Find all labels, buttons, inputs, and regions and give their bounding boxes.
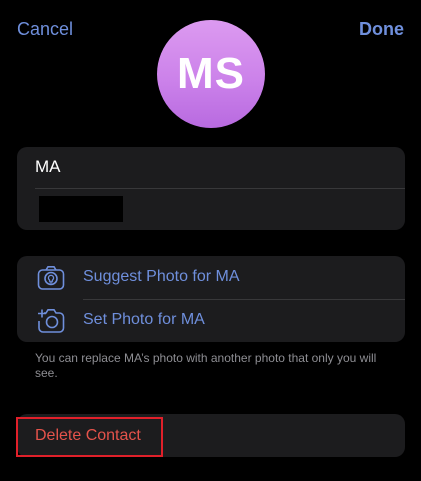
- camera-plus-icon: [37, 308, 65, 334]
- suggest-photo-icon: [37, 265, 65, 291]
- first-name-field[interactable]: MA: [17, 147, 405, 188]
- done-button[interactable]: Done: [359, 18, 404, 40]
- first-name-value: MA: [35, 157, 61, 176]
- delete-contact-card: Delete Contact: [17, 414, 405, 457]
- set-photo-button[interactable]: Set Photo for MA: [17, 299, 405, 342]
- avatar-initials: MS: [177, 49, 245, 98]
- photo-options-card: Suggest Photo for MA Set Photo for MA: [17, 256, 405, 342]
- photo-footnote: You can replace MA’s photo with another …: [35, 351, 377, 380]
- suggest-photo-label: Suggest Photo for MA: [83, 268, 240, 285]
- name-fields-card: MA: [17, 147, 405, 230]
- set-photo-label: Set Photo for MA: [83, 311, 205, 328]
- cancel-button[interactable]: Cancel: [17, 18, 73, 40]
- avatar[interactable]: MS: [157, 20, 265, 128]
- delete-contact-button[interactable]: Delete Contact: [35, 427, 141, 445]
- suggest-photo-button[interactable]: Suggest Photo for MA: [17, 256, 405, 299]
- redaction-block: [39, 196, 123, 222]
- last-name-field[interactable]: [17, 188, 405, 229]
